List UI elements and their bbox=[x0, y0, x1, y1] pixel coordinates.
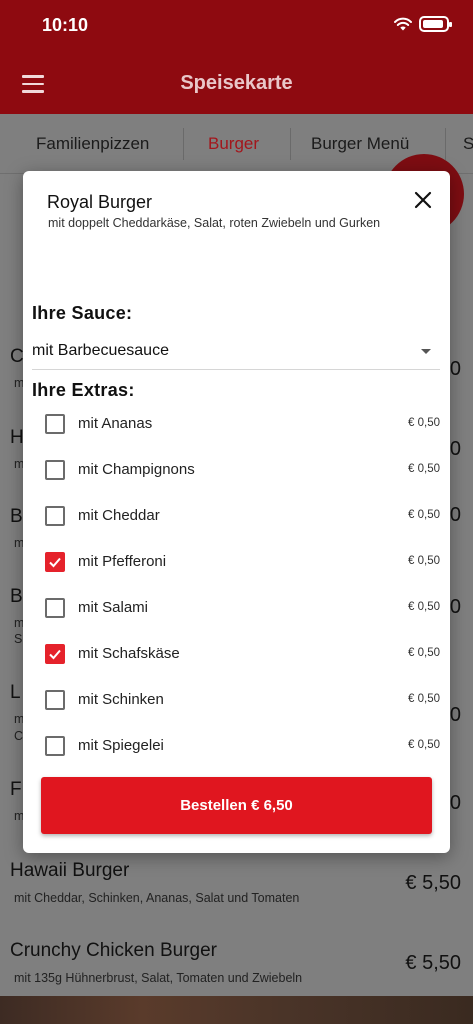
status-bar: 10:10 bbox=[0, 0, 473, 56]
list-item-desc: mit 135g Hühnerbrust, Salat, Tomaten und… bbox=[14, 971, 303, 985]
battery-icon bbox=[419, 16, 452, 32]
list-item-name[interactable]: B bbox=[10, 586, 23, 608]
list-item-price: 0 bbox=[449, 504, 461, 526]
tab-familienpizzen[interactable]: Familienpizzen bbox=[36, 114, 149, 174]
extra-price: € 0,50 bbox=[408, 555, 440, 567]
list-item-name[interactable]: Hawaii Burger bbox=[10, 860, 129, 882]
food-image bbox=[0, 996, 473, 1024]
product-title: Royal Burger bbox=[47, 192, 153, 212]
product-options-dialog: Royal Burger mit doppelt Cheddarkäse, Sa… bbox=[23, 171, 450, 853]
list-item-price: 0 bbox=[449, 704, 461, 726]
extra-checkbox[interactable] bbox=[45, 506, 65, 526]
list-item-desc: mit Cheddar, Schinken, Ananas, Salat und… bbox=[14, 891, 300, 905]
extra-option-row[interactable]: mit Pfefferoni € 0,50 bbox=[23, 539, 450, 584]
tab-more[interactable]: S bbox=[463, 114, 473, 174]
extra-option-row[interactable]: mit Salami € 0,50 bbox=[23, 585, 450, 630]
list-item-desc: S bbox=[14, 632, 23, 646]
list-item-price: 0 bbox=[449, 358, 461, 380]
close-icon[interactable] bbox=[412, 189, 434, 211]
checkmark-icon bbox=[49, 557, 61, 568]
extra-checkbox[interactable] bbox=[45, 460, 65, 480]
tab-burger[interactable]: Burger bbox=[208, 114, 259, 174]
wifi-icon bbox=[394, 17, 412, 31]
list-item-name[interactable]: F bbox=[10, 779, 22, 801]
list-item-name[interactable]: Crunchy Chicken Burger bbox=[10, 940, 217, 962]
extra-label: mit Schafskäse bbox=[78, 645, 180, 662]
sauce-selected-value: mit Barbecuesauce bbox=[32, 342, 169, 359]
sauce-section-label: Ihre Sauce: bbox=[32, 303, 133, 323]
list-item-desc: C bbox=[14, 729, 24, 743]
extra-label: mit Schinken bbox=[78, 691, 164, 708]
tab-divider bbox=[183, 128, 184, 160]
caret-down-icon bbox=[421, 349, 431, 354]
extra-price: € 0,50 bbox=[408, 509, 440, 521]
list-item-price: € 5,50 bbox=[405, 952, 461, 974]
extra-label: mit Spiegelei bbox=[78, 737, 164, 754]
list-item-name[interactable]: L bbox=[10, 682, 21, 704]
list-item-price: 0 bbox=[449, 438, 461, 460]
extra-option-row[interactable]: mit Champignons € 0,50 bbox=[23, 447, 450, 492]
extra-price: € 0,50 bbox=[408, 463, 440, 475]
extra-price: € 0,50 bbox=[408, 647, 440, 659]
extra-checkbox[interactable] bbox=[45, 414, 65, 434]
list-item-name[interactable]: H bbox=[10, 427, 24, 449]
list-item-name[interactable]: B bbox=[10, 506, 23, 528]
list-item-price: 0 bbox=[449, 596, 461, 618]
page-title: Speisekarte bbox=[180, 72, 293, 94]
product-description: mit doppelt Cheddarkäse, Salat, roten Zw… bbox=[48, 216, 381, 230]
extra-option-row[interactable]: mit Cheddar € 0,50 bbox=[23, 493, 450, 538]
extra-label: mit Ananas bbox=[78, 415, 153, 432]
checkmark-icon bbox=[49, 649, 61, 660]
extra-option-row[interactable]: mit Ananas € 0,50 bbox=[23, 401, 450, 446]
extra-option-row[interactable]: mit Spiegelei € 0,50 bbox=[23, 723, 450, 768]
extra-price: € 0,50 bbox=[408, 601, 440, 613]
extra-price: € 0,50 bbox=[408, 739, 440, 751]
extra-checkbox[interactable] bbox=[45, 736, 65, 756]
extra-label: mit Champignons bbox=[78, 461, 195, 478]
extra-checkbox-checked[interactable] bbox=[45, 552, 65, 572]
extra-option-row[interactable]: mit Schafskäse € 0,50 bbox=[23, 631, 450, 676]
list-item-price: € 5,50 bbox=[405, 872, 461, 894]
extra-label: mit Pfefferoni bbox=[78, 553, 167, 570]
extras-section-label: Ihre Extras: bbox=[32, 380, 135, 400]
tab-divider bbox=[290, 128, 291, 160]
extra-checkbox[interactable] bbox=[45, 690, 65, 710]
extra-label: mit Cheddar bbox=[78, 507, 160, 524]
tab-divider bbox=[445, 128, 446, 160]
list-item-price: 0 bbox=[449, 792, 461, 814]
extra-label: mit Salami bbox=[78, 599, 149, 616]
order-button[interactable]: Bestellen € 6,50 bbox=[41, 777, 432, 834]
extra-checkbox-checked[interactable] bbox=[45, 644, 65, 664]
extra-checkbox[interactable] bbox=[45, 598, 65, 618]
status-time: 10:10 bbox=[42, 15, 89, 35]
sauce-select[interactable]: mit Barbecuesauce bbox=[32, 332, 440, 370]
app-bar: Speisekarte bbox=[0, 56, 473, 114]
extra-option-row[interactable]: mit Schinken € 0,50 bbox=[23, 677, 450, 722]
list-item-name[interactable]: C bbox=[10, 346, 24, 368]
extra-price: € 0,50 bbox=[408, 417, 440, 429]
extra-price: € 0,50 bbox=[408, 693, 440, 705]
